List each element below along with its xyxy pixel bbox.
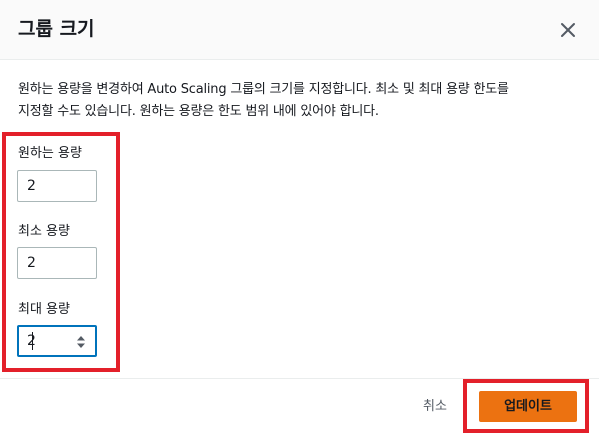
update-button[interactable]: 업데이트: [479, 391, 577, 422]
max-capacity-label: 최대 용량: [18, 302, 70, 317]
stepper-arrows-icon: [77, 336, 85, 348]
desired-capacity-label: 원하는 용량: [18, 146, 82, 161]
dialog-description: 원하는 용량을 변경하여 Auto Scaling 그룹의 크기를 지정합니다.…: [18, 79, 584, 123]
description-line-1: 원하는 용량을 변경하여 Auto Scaling 그룹의 크기를 지정합니다.…: [18, 82, 509, 97]
close-button[interactable]: [556, 18, 580, 42]
cancel-button[interactable]: 취소: [412, 393, 458, 421]
text-cursor: [32, 332, 33, 350]
close-icon: [561, 23, 575, 37]
number-stepper[interactable]: [75, 334, 87, 350]
dialog-title: 그룹 크기: [18, 18, 95, 40]
desired-capacity-input[interactable]: [17, 170, 97, 202]
dialog-header: 그룹 크기: [0, 0, 599, 60]
description-line-2: 지정할 수도 있습니다. 원하는 용량은 한도 범위 내에 있어야 합니다.: [18, 104, 379, 119]
group-size-dialog: 그룹 크기 원하는 용량을 변경하여 Auto Scaling 그룹의 크기를 …: [0, 0, 599, 433]
min-capacity-input[interactable]: [17, 247, 97, 279]
min-capacity-label: 최소 용량: [18, 224, 70, 239]
